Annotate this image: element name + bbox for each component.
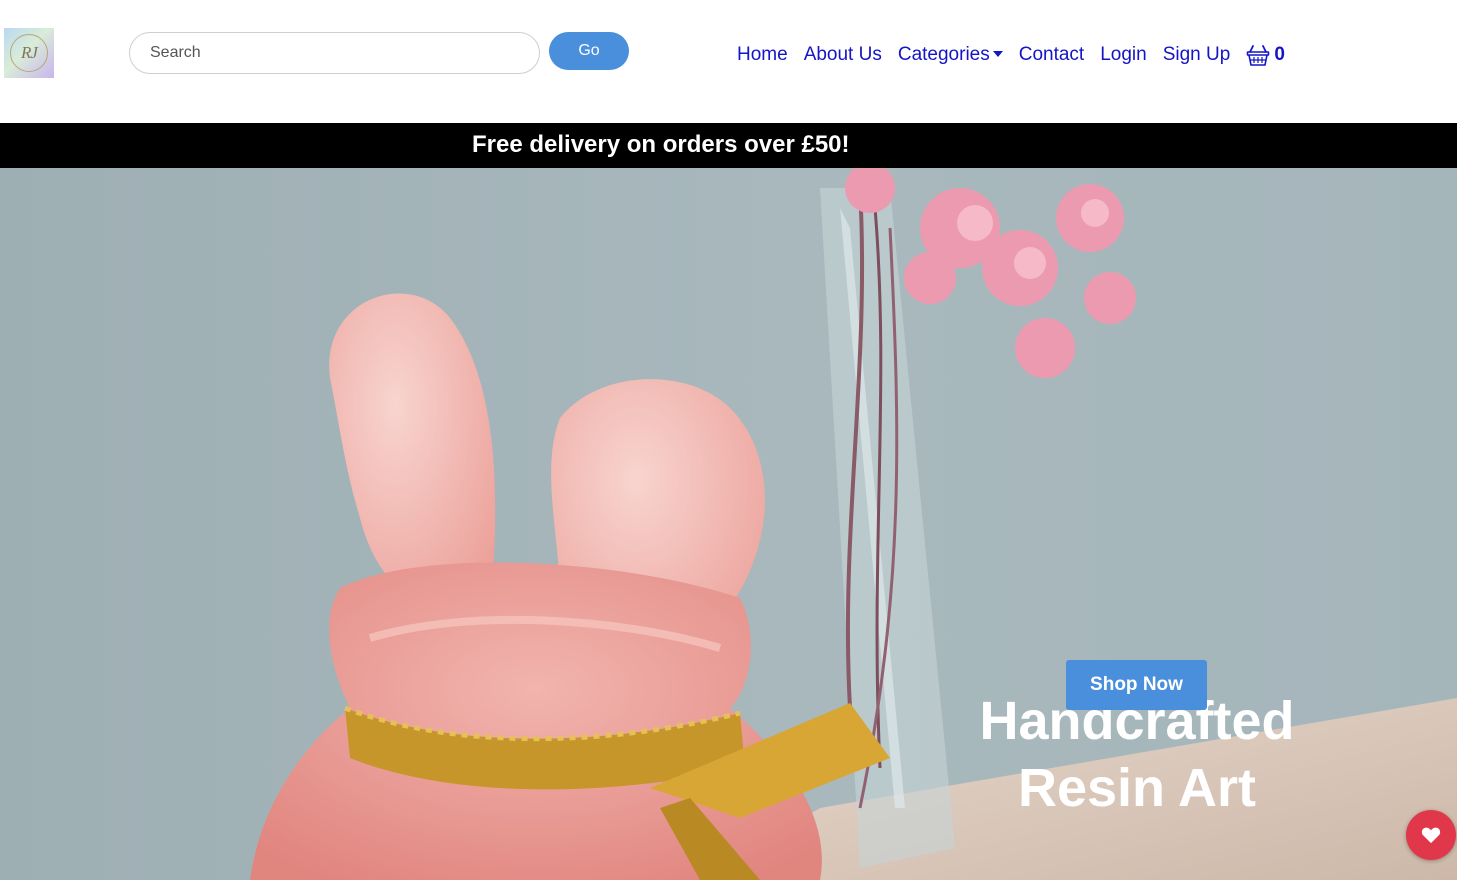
logo-text: RJ xyxy=(21,43,38,62)
nav-sign-up[interactable]: Sign Up xyxy=(1163,44,1231,66)
nav-login[interactable]: Login xyxy=(1100,44,1147,66)
nav-categories-dropdown[interactable]: Categories xyxy=(898,44,1003,66)
logo-emblem: RJ xyxy=(10,34,48,72)
promo-banner: Free delivery on orders over £50! xyxy=(0,123,1457,168)
nav-categories-label: Categories xyxy=(897,44,990,65)
hero-title-line-2: Resin Art xyxy=(1017,758,1257,818)
cart-count: 0 xyxy=(1274,44,1285,65)
heart-icon xyxy=(1421,827,1441,844)
nav-contact[interactable]: Contact xyxy=(1019,44,1084,66)
go-button[interactable]: Go xyxy=(549,32,629,70)
promo-banner-text: Free delivery on orders over £50! xyxy=(472,131,850,158)
caret-down-icon xyxy=(992,51,1003,57)
search-input[interactable] xyxy=(129,32,540,74)
site-header: RJ Go Home About Us Categories Contact L… xyxy=(0,0,1457,123)
logo[interactable]: RJ xyxy=(4,28,54,78)
nav-about-us[interactable]: About Us xyxy=(804,44,882,66)
shop-now-button[interactable]: Shop Now xyxy=(1066,660,1207,710)
favorites-button[interactable] xyxy=(1406,810,1456,860)
main-nav: Home About Us Categories Contact Login S… xyxy=(737,42,1285,68)
cart-button[interactable]: 0 xyxy=(1246,43,1285,67)
nav-home[interactable]: Home xyxy=(737,44,788,66)
hero-section: Handcrafted Resin Art xyxy=(0,168,1457,880)
basket-icon xyxy=(1247,45,1270,66)
